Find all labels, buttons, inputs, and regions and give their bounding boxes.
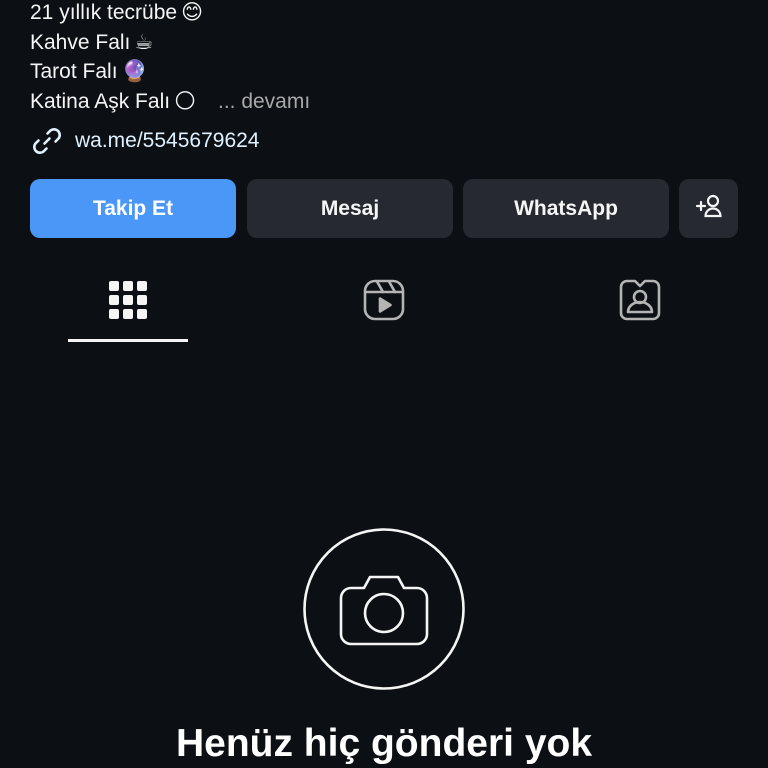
empty-state-camera xyxy=(303,528,465,690)
bio-line-text: Tarot Falı xyxy=(30,60,118,83)
message-button[interactable]: Mesaj xyxy=(247,179,453,238)
suggested-accounts-button[interactable] xyxy=(679,179,738,238)
bio-line: Kahve Falı ☕ xyxy=(30,28,310,58)
reels-icon xyxy=(362,278,406,327)
whatsapp-button[interactable]: WhatsApp xyxy=(463,179,669,238)
moon-emoji-icon: 🌕 xyxy=(174,88,196,113)
bio-line: Tarot Falı 🔮 xyxy=(30,57,310,87)
grid-icon xyxy=(108,280,148,325)
add-person-icon xyxy=(694,191,724,227)
bio-more-link[interactable]: ... devamı xyxy=(218,90,310,113)
bio-line-text: Katina Aşk Falı xyxy=(30,89,171,113)
tagged-icon xyxy=(618,278,662,327)
bio-link[interactable]: wa.me/5545679624 xyxy=(30,124,259,158)
tab-posts-grid[interactable] xyxy=(68,262,188,342)
empty-state-title: Henüz hiç gönderi yok xyxy=(175,722,593,765)
link-icon xyxy=(30,124,64,158)
bio-line: Katina Aşk Falı 🌕 ... devamı xyxy=(30,87,310,117)
profile-bio: 21 yıllık tecrübe 😊 Kahve Falı ☕ Tarot Fal… xyxy=(30,0,310,116)
crystal-ball-emoji-icon: 🔮 xyxy=(121,59,148,83)
profile-actions: Takip Et Mesaj WhatsApp xyxy=(30,179,738,238)
bio-line-text: 21 yıllık tecrübe xyxy=(30,1,178,24)
tab-tagged[interactable] xyxy=(580,262,700,342)
bio-line-text: Kahve Falı xyxy=(30,30,131,54)
coffee-emoji-icon: ☕ xyxy=(134,29,154,54)
bio-link-text[interactable]: wa.me/5545679624 xyxy=(75,129,259,153)
bio-line: 21 yıllık tecrübe 😊 xyxy=(30,0,310,28)
profile-tabs xyxy=(0,262,768,344)
tab-reels[interactable] xyxy=(324,262,444,342)
smile-emoji-icon: 😊 xyxy=(181,0,203,24)
selected-tab-indicator xyxy=(68,339,188,342)
follow-button[interactable]: Takip Et xyxy=(30,179,236,238)
camera-icon xyxy=(303,528,465,694)
